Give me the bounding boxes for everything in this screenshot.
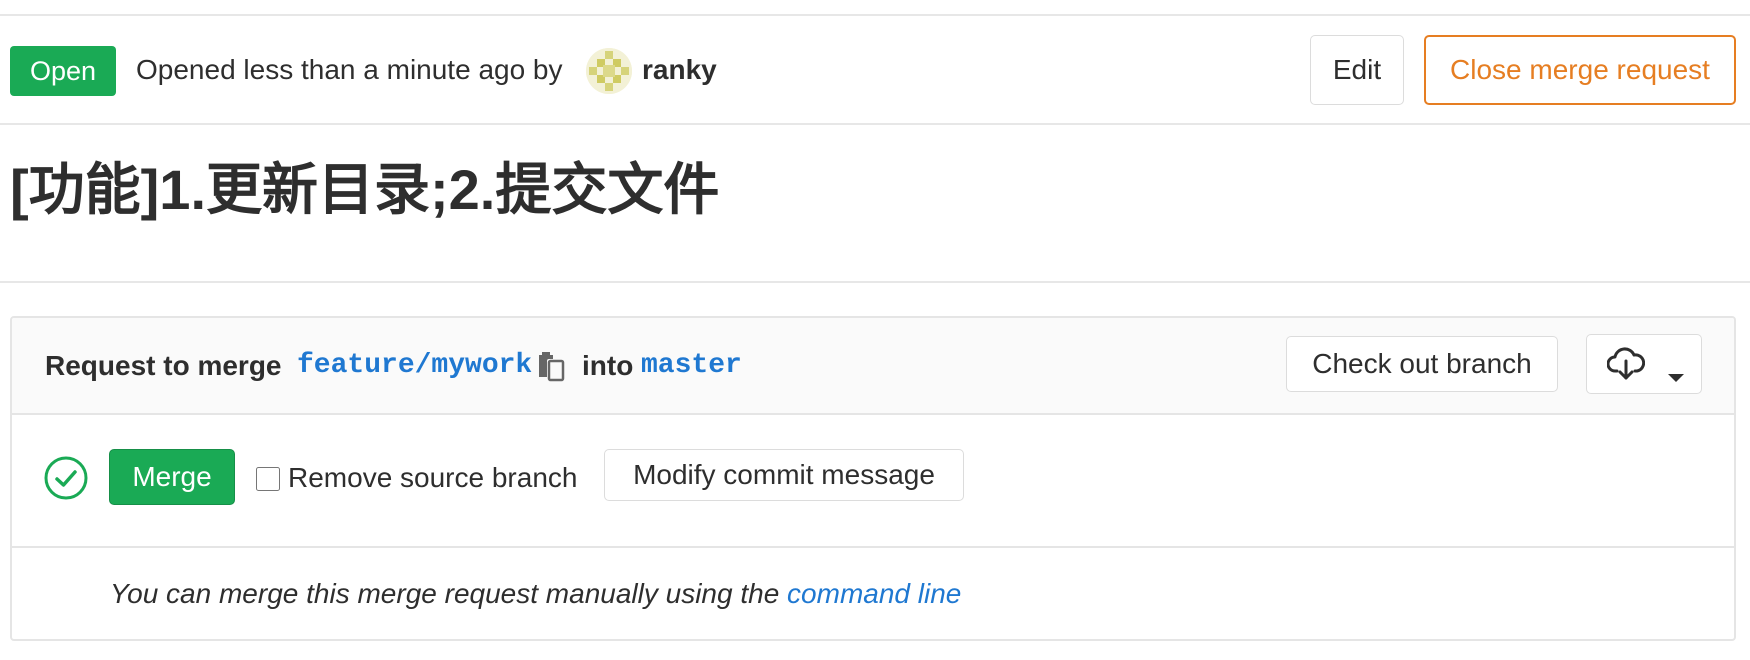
merge-widget-footer: You can merge this merge request manuall… <box>12 548 1734 639</box>
page-title: [功能]1.更新目录;2.提交文件 <box>10 158 720 221</box>
request-to-merge-text: Request to merge <box>45 350 282 381</box>
modify-commit-message-button[interactable]: Modify commit message <box>604 449 964 501</box>
cloud-download-icon <box>1606 347 1646 381</box>
close-merge-request-button[interactable]: Close merge request <box>1424 35 1736 105</box>
manual-merge-sentence: You can merge this merge request manuall… <box>110 578 780 609</box>
merge-widget-body: Merge Remove source branch Modify commit… <box>12 415 1734 548</box>
download-dropdown-button[interactable] <box>1586 334 1702 394</box>
top-divider <box>0 14 1750 16</box>
source-branch-link[interactable]: feature/mywork <box>297 348 532 384</box>
command-line-link[interactable]: command line <box>787 578 961 609</box>
manual-merge-text: You can merge this merge request manuall… <box>110 576 961 612</box>
chevron-down-icon <box>1666 359 1686 382</box>
merge-button[interactable]: Merge <box>109 449 235 505</box>
header-divider <box>0 123 1750 125</box>
edit-button[interactable]: Edit <box>1310 35 1404 105</box>
remove-source-branch-label[interactable]: Remove source branch <box>288 460 577 496</box>
avatar[interactable] <box>586 48 632 94</box>
avatar-identicon <box>586 48 632 94</box>
target-branch-link[interactable]: master <box>641 348 742 384</box>
status-badge: Open <box>10 46 116 96</box>
copy-icon[interactable] <box>536 350 566 382</box>
author-name[interactable]: ranky <box>642 52 717 88</box>
merge-request-widget: Request to merge feature/mywork into mas… <box>10 316 1736 641</box>
into-text: into <box>582 350 634 381</box>
opened-text: Opened less than a minute ago by <box>136 54 563 85</box>
remove-source-branch-checkbox[interactable] <box>256 467 280 491</box>
merge-widget-header: Request to merge feature/mywork into mas… <box>12 318 1734 415</box>
title-divider <box>0 281 1750 283</box>
check-out-branch-button[interactable]: Check out branch <box>1286 336 1558 392</box>
check-circle-icon <box>43 455 89 501</box>
